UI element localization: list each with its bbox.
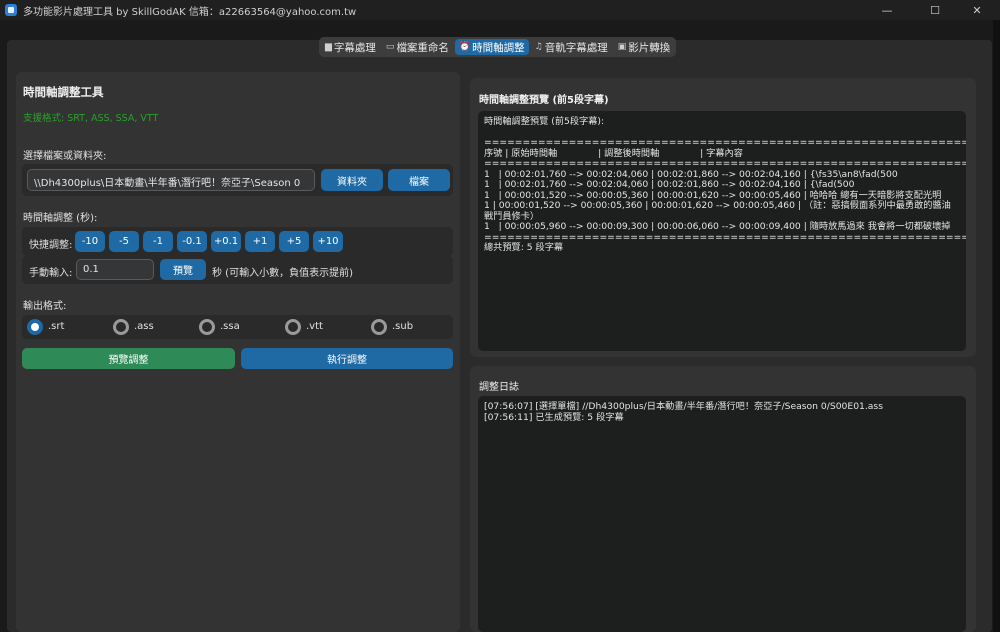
preview-small-button[interactable]: 預覽 <box>160 259 206 280</box>
quick-label: 快捷調整: <box>29 240 73 251</box>
log-line: [07:56:11] 已生成預覽: 5 段字幕 <box>484 411 624 423</box>
close-button[interactable]: ✕ <box>954 0 1000 20</box>
preview-textbox[interactable]: 時間軸調整預覽 (前5段字幕): =======================… <box>478 111 966 351</box>
execute-adjust-button[interactable]: 執行調整 <box>241 348 453 369</box>
quick-minus-5-button[interactable]: -5 <box>109 231 139 252</box>
tab-label: 影片轉換 <box>628 41 671 54</box>
supported-formats: 支援格式: SRT, ASS, SSA, VTT <box>23 113 159 124</box>
file-button[interactable]: 檔案 <box>388 169 450 191</box>
quick-plus-5-button[interactable]: +5 <box>279 231 309 252</box>
preview-row: 1 | 00:00:01,520 --> 00:00:05,360 | 00:0… <box>484 200 951 222</box>
tab-bar: ▆ 字幕處理 ▭ 檔案重命名 ⏰ 時間軸調整 ♫ 音軌字幕處理 ▣ 影片轉換 <box>319 37 677 57</box>
select-label: 選擇檔案或資料夾: <box>23 151 107 162</box>
tab-label: 檔案重命名 <box>396 41 449 54</box>
radio-label-ssa: .ssa <box>220 321 240 332</box>
preview-row: 1 | 00:00:05,960 --> 00:00:09,300 | 00:0… <box>484 221 951 232</box>
subtitle-icon: ▆ <box>325 42 332 52</box>
radio-sub[interactable] <box>371 319 387 335</box>
folder-button[interactable]: 資料夾 <box>321 169 383 191</box>
radio-vtt[interactable] <box>285 319 301 335</box>
title-bar: 多功能影片處理工具 by SkillGodAK 信箱：a22663564@yah… <box>0 0 1000 20</box>
folder-icon: ▭ <box>385 42 395 52</box>
manual-label: 手動輸入: <box>29 268 73 279</box>
quick-plus-1-button[interactable]: +1 <box>245 231 275 252</box>
radio-ssa[interactable] <box>199 319 215 335</box>
output-format-label: 輸出格式: <box>23 301 67 312</box>
adjust-label: 時間軸調整 (秒): <box>23 213 98 224</box>
manual-seconds-input[interactable]: 0.1 <box>76 259 154 280</box>
log-title: 調整日誌 <box>479 382 519 393</box>
tab-timeline-adjust[interactable]: ⏰ 時間軸調整 <box>454 39 529 55</box>
tab-label: 時間軸調整 <box>472 41 525 54</box>
radio-srt[interactable] <box>27 319 43 335</box>
app-icon <box>5 4 17 16</box>
preview-adjust-button[interactable]: 預覽調整 <box>22 348 235 369</box>
radio-label-ass: .ass <box>134 321 154 332</box>
minimize-button[interactable]: — <box>864 0 910 20</box>
radio-label-vtt: .vtt <box>306 321 323 332</box>
tab-video-convert[interactable]: ▣ 影片轉換 <box>614 39 675 55</box>
maximize-button[interactable]: ☐ <box>912 0 958 20</box>
preview-row: 1 | 00:02:01,760 --> 00:02:04,060 | 00:0… <box>484 179 855 190</box>
path-input[interactable]: \\Dh4300plus\日本動畫\半年番\潛行吧！奈亞子\Season 0 <box>27 169 315 191</box>
preview-heading: 時間軸調整預覽 (前5段字幕): <box>484 116 605 127</box>
tab-label: 音軌字幕處理 <box>544 41 608 54</box>
quick-minus-0-1-button[interactable]: -0.1 <box>177 231 207 252</box>
preview-total: 總共預覽: 5 段字幕 <box>484 242 564 253</box>
window-edge <box>993 20 1000 632</box>
panel-title: 時間軸調整工具 <box>23 85 104 99</box>
tab-subtitle-processing[interactable]: ▆ 字幕處理 <box>321 39 380 55</box>
log-textbox[interactable]: [07:56:07] [選擇單檔] //Dh4300plus/日本動畫/半年番/… <box>478 396 966 632</box>
separator-line: ========================================… <box>484 158 966 169</box>
window-title: 多功能影片處理工具 by SkillGodAK 信箱：a22663564@yah… <box>23 6 357 18</box>
radio-label-sub: .sub <box>392 321 414 332</box>
manual-hint: 秒 (可輸入小數，負值表示提前) <box>212 268 353 279</box>
film-icon: ▣ <box>617 42 627 52</box>
tab-file-rename[interactable]: ▭ 檔案重命名 <box>382 39 453 55</box>
preview-panel-title: 時間軸調整預覽 (前5段字幕) <box>479 95 609 106</box>
tab-label: 字幕處理 <box>333 41 376 54</box>
radio-label-srt: .srt <box>48 321 65 332</box>
music-note-icon: ♫ <box>534 42 543 52</box>
log-line: [07:56:07] [選擇單檔] //Dh4300plus/日本動畫/半年番/… <box>484 401 884 412</box>
alarm-clock-icon: ⏰ <box>458 42 471 52</box>
quick-plus-10-button[interactable]: +10 <box>313 231 343 252</box>
radio-ass[interactable] <box>113 319 129 335</box>
quick-plus-0-1-button[interactable]: +0.1 <box>211 231 241 252</box>
quick-minus-1-button[interactable]: -1 <box>143 231 173 252</box>
quick-minus-10-button[interactable]: -10 <box>75 231 105 252</box>
separator-line: ========================================… <box>484 137 966 148</box>
tab-audio-subtitle[interactable]: ♫ 音軌字幕處理 <box>531 39 612 55</box>
